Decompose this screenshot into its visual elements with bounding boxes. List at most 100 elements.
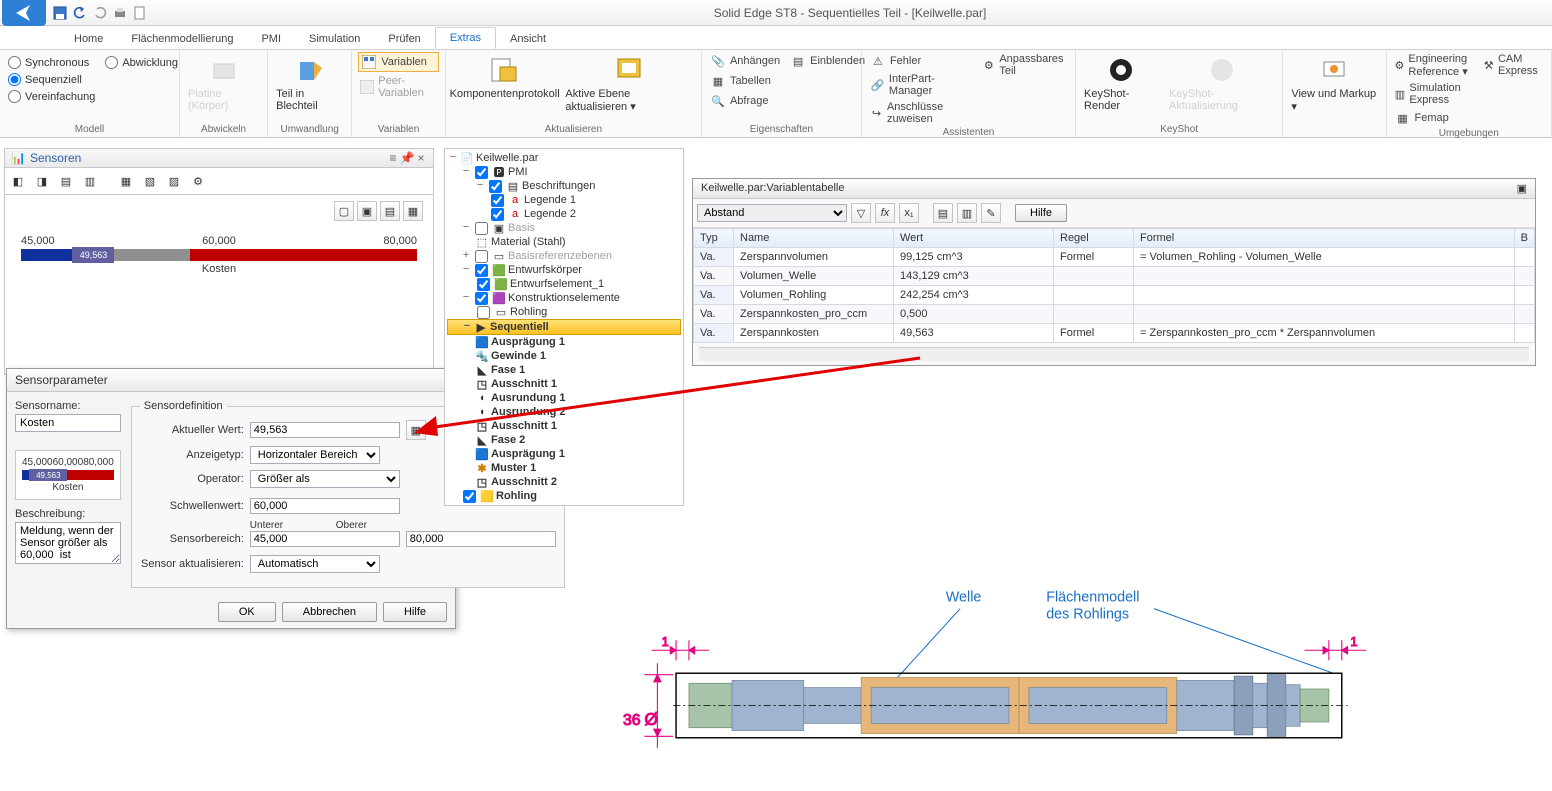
undo-icon[interactable] [72,5,88,21]
tab-simulation[interactable]: Simulation [295,29,374,49]
btn-keyshot-render[interactable]: KeyShot-Render [1082,52,1161,114]
btn-anhaengen[interactable]: 📎Anhängen [708,52,782,70]
sensor-bar: 49,563 [21,249,417,261]
btn-abfrage[interactable]: 🔍Abfrage [708,92,782,110]
update-mode-select[interactable]: Automatisch [250,555,380,573]
quick-access-toolbar [52,5,148,21]
sensor-toolbar: ◧ ◨ ▤ ▥ ▦ ▧ ▨ ⚙ [4,168,434,195]
label-welle: Welle [946,589,982,605]
btn-cam[interactable]: ⚒CAM Express [1481,52,1545,78]
table-row[interactable]: Va.Zerspannkosten49,563Formel= Zerspannk… [694,324,1535,343]
sensor-dialog-title: Sensorparameter [7,369,455,392]
graphics-viewport[interactable]: Welle Flächenmodell des Rohlings 1 [444,458,1548,788]
tab-extras[interactable]: Extras [435,27,496,49]
sensor-tool-5[interactable]: ▦ [116,171,136,191]
application-menu-button[interactable] [2,0,46,26]
range-lower-input[interactable] [250,531,400,547]
new-doc-icon[interactable] [132,5,148,21]
btn-platine: Platine (Körper) [186,52,261,114]
print-icon[interactable] [112,5,128,21]
variable-window-close[interactable]: ▣ [1517,182,1527,195]
sensor-value-marker: 49,563 [72,247,114,263]
variable-table-window: Keilwelle.par:Variablentabelle ▣ Abstand… [692,178,1536,366]
btn-komponentenprotokoll[interactable]: Komponentenprotokoll [452,52,558,102]
sensor-sub-tool-1[interactable]: ▢ [334,201,354,221]
cancel-button[interactable]: Abbrechen [282,602,377,622]
btn-variablen[interactable]: Variablen [358,52,439,72]
btn-anschluesse[interactable]: ↪Anschlüsse zuweisen [868,100,974,126]
sensor-tool-7[interactable]: ▨ [164,171,184,191]
ribbon-tabs: Home Flächenmodellierung PMI Simulation … [0,26,1552,50]
table-row[interactable]: Va.Volumen_Welle143,129 cm^3 [694,267,1535,286]
label-flaechenmodell-1: Flächenmodell [1046,589,1139,605]
vw-tool-paste[interactable]: ▥ [957,203,977,223]
btn-aktive-ebene[interactable]: Aktive Ebene aktualisieren ▾ [563,52,695,115]
sensor-tool-1[interactable]: ◧ [8,171,28,191]
display-type-select[interactable]: Horizontaler Bereich [250,446,380,464]
dim-diameter-symbol: Ø [644,709,657,729]
sensor-panel: 📊 Sensoren ≡ 📌 × ◧ ◨ ▤ ▥ ▦ ▧ ▨ ⚙ ▢ ▣ ▤ [4,148,434,375]
dim-right-1: 1 [1350,634,1357,649]
vw-tool-fx[interactable]: fx [875,203,895,223]
sensor-panel-icon: 📊 [11,151,26,165]
variable-table[interactable]: Typ Name Wert Regel Formel B Va.Zerspann… [693,228,1535,343]
btn-engref[interactable]: ⚙Engineering Reference ▾ [1393,52,1476,79]
sensor-tool-2[interactable]: ◨ [32,171,52,191]
radio-vereinfachung[interactable]: Vereinfachung [8,90,95,103]
btn-fehler[interactable]: ⚠Fehler [868,52,974,70]
ribbon: Synchronous Sequenziell Vereinfachung Ab… [0,50,1552,138]
sensor-sub-tool-3[interactable]: ▤ [380,201,400,221]
model-tree[interactable]: −📄Keilwelle.par −🅿PMI −▤Beschriftungen a… [444,148,684,506]
tab-ansicht[interactable]: Ansicht [496,29,560,49]
radio-synchronous[interactable]: Synchronous [8,56,95,69]
pin-icon[interactable]: 📌 [401,152,413,164]
redo-icon[interactable] [92,5,108,21]
tab-flaechen[interactable]: Flächenmodellierung [117,29,247,49]
btn-einblenden[interactable]: ▤Einblenden [788,52,867,70]
sensor-parameter-dialog: Sensorparameter Sensorname: 45,000 60,00… [6,368,456,629]
table-row[interactable]: Va.Zerspannvolumen99,125 cm^3Formel= Vol… [694,248,1535,267]
btn-tabellen[interactable]: ▦Tabellen [708,72,782,90]
sensor-panel-title: Sensoren [30,151,81,165]
btn-simexpress[interactable]: ▥Simulation Express [1393,81,1476,107]
btn-femap[interactable]: ▦Femap [1393,109,1476,127]
table-row[interactable]: Va.Volumen_Rohling242,254 cm^3 [694,286,1535,305]
filter-type-select[interactable]: Abstand [697,204,847,222]
btn-teil-in-blechteil[interactable]: Teil in Blechteil [274,52,345,114]
btn-anpassbares[interactable]: ⚙Anpassbares Teil [980,52,1069,78]
sensor-tool-3[interactable]: ▤ [56,171,76,191]
radio-sequenziell[interactable]: Sequenziell [8,73,95,86]
vw-help-button[interactable]: Hilfe [1015,204,1067,222]
radio-abwicklung[interactable]: Abwicklung [105,56,178,69]
sensor-sub-tool-4[interactable]: ▦ [403,201,423,221]
btn-peer-variablen: Peer-Variablen [358,74,439,100]
ok-button[interactable]: OK [218,602,276,622]
table-row[interactable]: Va.Zerspannkosten_pro_ccm0,500 [694,305,1535,324]
save-icon[interactable] [52,5,68,21]
tab-pmi[interactable]: PMI [247,29,295,49]
options-icon[interactable]: ≡ [387,152,399,164]
pick-variable-button[interactable]: ▦ [406,420,426,440]
vw-tool-x1[interactable]: x₁ [899,203,919,223]
tab-home[interactable]: Home [60,29,117,49]
btn-view-markup[interactable]: View und Markup ▾ [1289,52,1379,115]
help-button[interactable]: Hilfe [383,602,447,622]
operator-select[interactable]: Größer als [250,470,400,488]
sensor-description-input[interactable]: Meldung, wenn der Sensor größer als 60,0… [15,522,121,564]
close-icon[interactable]: × [415,152,427,164]
sensor-sub-tool-2[interactable]: ▣ [357,201,377,221]
vw-tool-copy[interactable]: ▤ [933,203,953,223]
sensor-tool-6[interactable]: ▧ [140,171,160,191]
tab-pruefen[interactable]: Prüfen [374,29,434,49]
sensor-tool-4[interactable]: ▥ [80,171,100,191]
sensor-name-input[interactable] [15,414,121,432]
current-value-field[interactable] [250,422,400,438]
threshold-input[interactable] [250,498,400,514]
vw-tool-new[interactable]: ✎ [981,203,1001,223]
variable-window-title: Keilwelle.par:Variablentabelle [701,182,845,195]
vw-tool-filter[interactable]: ▽ [851,203,871,223]
vw-scrollbar[interactable] [699,347,1529,361]
btn-interpart[interactable]: 🔗InterPart-Manager [868,72,974,98]
sensor-dialog-preview-bar: 49,563 [22,470,114,480]
sensor-tool-8[interactable]: ⚙ [188,171,208,191]
